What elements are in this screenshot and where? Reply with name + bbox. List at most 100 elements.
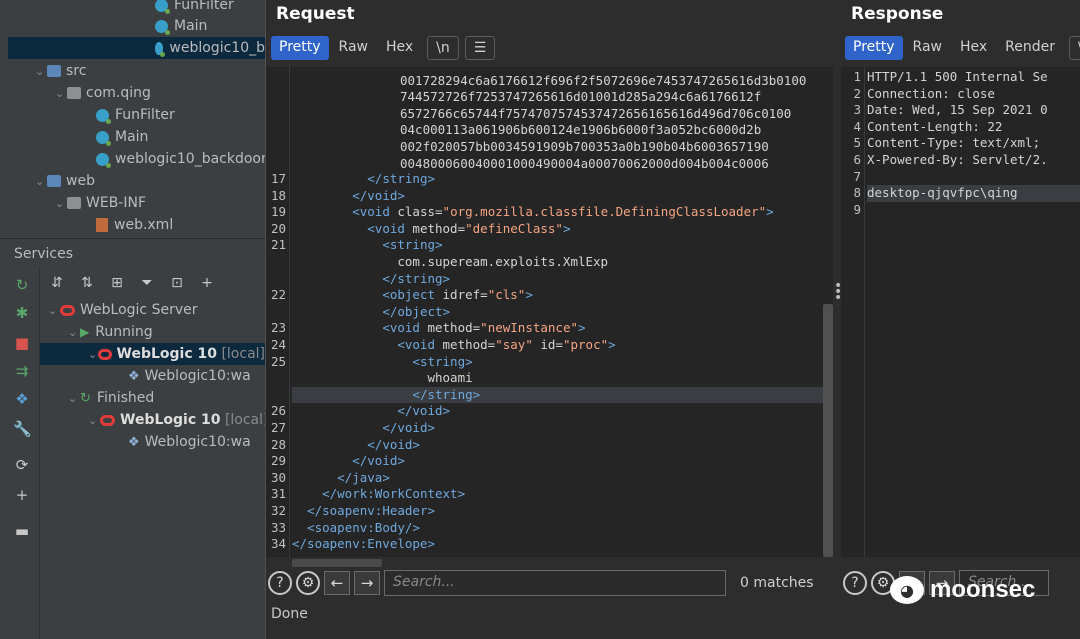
- service-artifact-running[interactable]: ❖ Weblogic10:wa: [128, 365, 251, 387]
- group-icon[interactable]: ⊞: [108, 275, 126, 291]
- request-tab-hex[interactable]: Hex: [378, 36, 421, 60]
- prev-match-button[interactable]: ←: [324, 571, 350, 595]
- request-tabs: Pretty Raw Hex \n ☰: [271, 36, 496, 60]
- hex-line: 04c000113a061906b600124e1906b6000f3a052b…: [400, 122, 762, 138]
- filter-icon[interactable]: ⏷: [138, 275, 156, 291]
- refresh-icon[interactable]: ⟳: [13, 456, 31, 474]
- help-icon[interactable]: ?: [843, 571, 867, 595]
- class-icon: [96, 108, 111, 124]
- service-artifact-finished[interactable]: ❖ Weblogic10:wa: [128, 431, 251, 453]
- response-editor[interactable]: 123456789 HTTP/1.1 500 Internal Se Connec…: [841, 67, 1080, 557]
- chevron-down-icon[interactable]: ⌄: [68, 392, 80, 405]
- request-scrollbar-vertical[interactable]: [823, 304, 833, 557]
- services-header: Services: [0, 238, 265, 268]
- line-number: 19: [270, 204, 286, 220]
- tree-item-weblogic10-backdoor[interactable]: weblogic10_backdoor: [96, 148, 267, 170]
- new-tab-icon[interactable]: ⊡: [168, 275, 186, 291]
- response-tab-newline[interactable]: \n: [1069, 36, 1080, 60]
- request-tab-newline[interactable]: \n: [427, 36, 459, 60]
- chevron-down-icon[interactable]: ⌄: [48, 304, 60, 317]
- watermark: ◕ moonsec: [890, 576, 1035, 604]
- class-icon: [155, 41, 166, 57]
- request-code-line: </string>: [382, 270, 451, 286]
- response-tabs: Pretty Raw Hex Render \n: [845, 36, 1080, 60]
- request-tab-pretty[interactable]: Pretty: [271, 36, 329, 60]
- chevron-down-icon[interactable]: ⌄: [68, 326, 80, 339]
- tree-item-main-top[interactable]: Main: [155, 15, 207, 37]
- chevron-down-icon[interactable]: ⌄: [55, 87, 67, 100]
- tree-item-weblogic10-selected[interactable]: weblogic10_b: [8, 37, 265, 59]
- help-icon[interactable]: ?: [268, 571, 292, 595]
- chevron-down-icon[interactable]: ⌄: [35, 175, 47, 188]
- service-finished-group[interactable]: ⌄ ↻ Finished: [68, 387, 154, 409]
- service-running-group[interactable]: ⌄ ▶ Running: [68, 321, 153, 343]
- request-code-line: </string>: [367, 171, 436, 186]
- class-icon: [96, 130, 111, 146]
- add-config-icon[interactable]: +: [13, 486, 31, 504]
- response-gutter: 123456789: [841, 67, 865, 557]
- splitter-grip-icon[interactable]: • • •: [834, 279, 842, 305]
- response-code-line: Connection: close: [867, 85, 995, 101]
- tree-item-main[interactable]: Main: [96, 126, 148, 148]
- chevron-down-icon[interactable]: ⌄: [35, 65, 47, 78]
- services-tree: ⌄ WebLogic Server ⌄ ▶ Running ⌄ WebLogic 10 …: [40, 298, 268, 639]
- request-code-line: <object idref="cls">: [382, 287, 533, 303]
- response-code-line: X-Powered-By: Servlet/2.: [867, 152, 1048, 167]
- line-number: 4: [853, 118, 861, 134]
- next-match-button[interactable]: →: [354, 571, 380, 595]
- response-tab-render[interactable]: Render: [997, 36, 1063, 60]
- request-code-line: whoami: [292, 370, 473, 386]
- tree-item-com-qing[interactable]: ⌄ com.qing: [55, 82, 151, 104]
- artifact-icon[interactable]: ❖: [13, 390, 31, 408]
- request-code-line: <void method="defineClass">: [367, 220, 571, 236]
- request-tab-raw[interactable]: Raw: [331, 36, 376, 60]
- request-code-line: </java>: [337, 469, 390, 485]
- hex-line: 6572766c65744f7574707574537472656165616d…: [400, 105, 792, 121]
- run-icon: ▶: [80, 325, 90, 339]
- tree-item-web[interactable]: ⌄ web: [35, 170, 95, 192]
- response-code-line: HTTP/1.1 500 Internal Se: [867, 69, 1048, 84]
- request-scrollbar-horizontal[interactable]: [292, 559, 382, 567]
- stop-icon[interactable]: ■: [13, 334, 31, 352]
- burp-panel: Request Pretty Raw Hex \n ☰ 17 18 19 20 21 22…: [265, 0, 1080, 639]
- tree-item-funfilter[interactable]: FunFilter: [96, 104, 175, 126]
- line-number: 5: [853, 135, 861, 151]
- response-tab-raw[interactable]: Raw: [905, 36, 950, 60]
- debug-icon[interactable]: ✱: [13, 304, 31, 322]
- wrench-icon[interactable]: 🔧: [13, 420, 32, 438]
- rerun-icon[interactable]: ↻: [13, 276, 31, 294]
- collapse-all-icon[interactable]: ⇅: [78, 275, 96, 291]
- add-service-icon[interactable]: +: [198, 275, 216, 291]
- request-menu-icon[interactable]: ☰: [464, 36, 496, 60]
- pane-splitter[interactable]: [833, 60, 841, 620]
- request-editor[interactable]: 17 18 19 20 21 22 23 24 25 26 27 28 29 30 31 32 33 34 001…: [266, 67, 833, 557]
- tree-item-src[interactable]: ⌄ src: [35, 60, 86, 82]
- tree-item-web-xml[interactable]: web.xml: [96, 214, 173, 236]
- request-code-line: <string>: [382, 237, 443, 253]
- chevron-down-icon[interactable]: ⌄: [55, 197, 67, 210]
- layout-icon[interactable]: ▬: [13, 522, 31, 540]
- deploy-icon[interactable]: ⇉: [13, 362, 31, 380]
- chevron-down-icon[interactable]: ⌄: [88, 348, 98, 361]
- expand-all-icon[interactable]: ⇵: [48, 275, 66, 291]
- service-weblogic-server[interactable]: ⌄ WebLogic Server: [48, 299, 197, 321]
- line-number: 24: [270, 337, 286, 352]
- request-code-line: </void>: [382, 420, 435, 435]
- status-text: Done: [271, 606, 308, 622]
- tree-item-web-inf[interactable]: ⌄ WEB-INF: [55, 192, 146, 214]
- line-number: 18: [270, 187, 286, 203]
- chevron-down-icon[interactable]: ⌄: [88, 414, 100, 427]
- line-number: 29: [270, 453, 286, 469]
- settings-gear-icon[interactable]: ⚙: [296, 571, 320, 595]
- tree-item-funfilter-top[interactable]: FunFilter: [155, 0, 234, 16]
- response-tab-pretty[interactable]: Pretty: [845, 36, 903, 60]
- request-search-input[interactable]: Search...: [384, 570, 726, 596]
- response-tab-hex[interactable]: Hex: [952, 36, 995, 60]
- line-number: 27: [270, 420, 286, 435]
- line-number: 1: [853, 69, 861, 84]
- line-number: 33: [270, 519, 286, 535]
- service-weblogic10-running[interactable]: ⌄ WebLogic 10 [local]: [40, 343, 265, 365]
- xml-file-icon: [96, 218, 108, 232]
- service-weblogic10-finished[interactable]: ⌄ WebLogic 10 [local]: [88, 409, 268, 431]
- services-side-toolbar: ↻ ✱ ■ ⇉ ❖ 🔧 ⟳ + ▬: [0, 268, 40, 639]
